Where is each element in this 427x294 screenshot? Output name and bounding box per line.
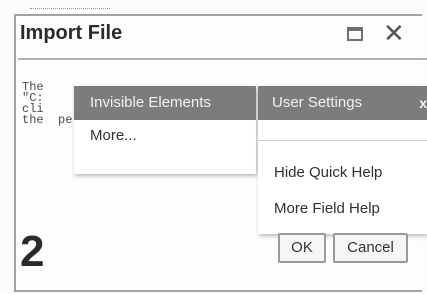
step-number-label: 2 bbox=[20, 227, 45, 276]
user-settings-header[interactable]: User Settings x bbox=[258, 86, 427, 120]
window-controls: ✕ bbox=[337, 18, 427, 48]
menu-item-more-field-help[interactable]: More Field Help bbox=[274, 200, 380, 217]
ok-button[interactable]: OK bbox=[278, 233, 326, 263]
maximize-icon[interactable] bbox=[347, 27, 363, 41]
user-settings-label: User Settings bbox=[272, 94, 363, 111]
user-settings-close-icon[interactable]: x bbox=[419, 86, 427, 120]
title-divider bbox=[18, 58, 427, 60]
user-settings-menu: User Settings x Hide Quick Help More Fie… bbox=[258, 86, 427, 234]
menu-separator bbox=[258, 140, 427, 141]
invisible-elements-menu: Invisible Elements More... bbox=[74, 86, 256, 174]
top-strip-edge bbox=[30, 0, 110, 9]
cancel-button[interactable]: Cancel bbox=[333, 233, 408, 263]
dialog-title: Import File bbox=[20, 22, 123, 44]
menu-item-more[interactable]: More... bbox=[74, 120, 256, 152]
invisible-elements-header[interactable]: Invisible Elements bbox=[74, 86, 256, 120]
menu-item-hide-quick-help[interactable]: Hide Quick Help bbox=[274, 164, 382, 181]
close-icon[interactable]: ✕ bbox=[383, 18, 405, 48]
